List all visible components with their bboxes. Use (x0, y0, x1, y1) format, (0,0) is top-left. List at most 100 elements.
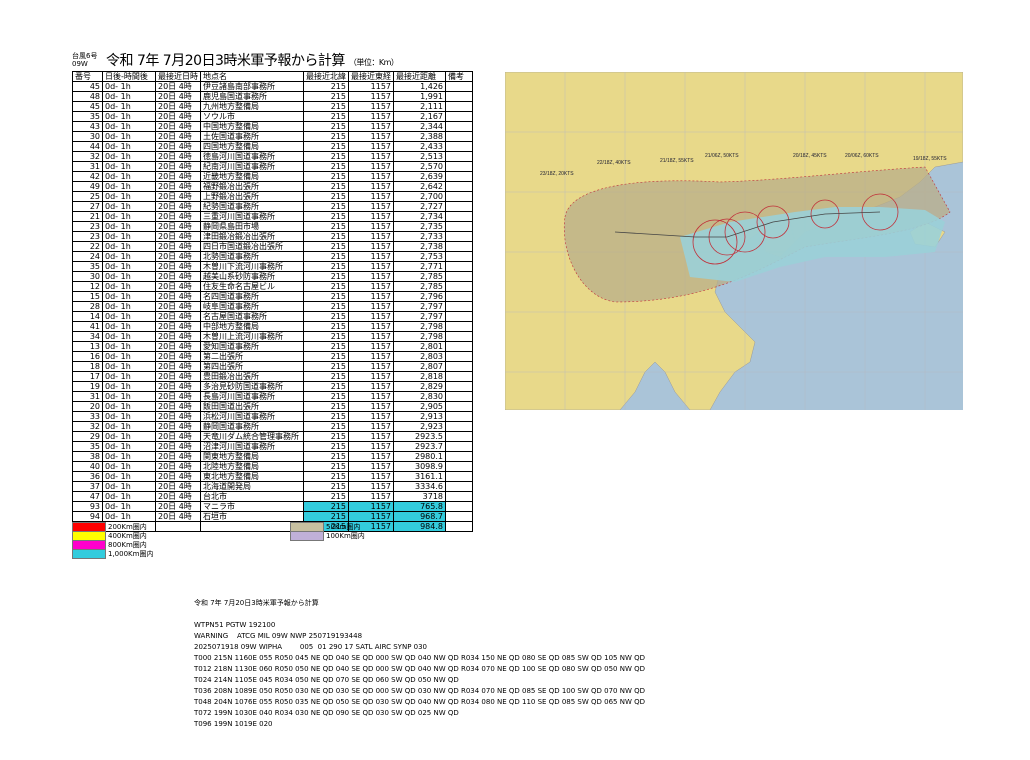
table-cell: 215 (303, 161, 349, 172)
table-cell: 20日 4時 (155, 211, 201, 222)
table-cell: 215 (303, 301, 349, 312)
table-cell: 1157 (348, 401, 394, 412)
table-cell: 215 (303, 461, 349, 472)
col-header: 備考 (445, 71, 473, 82)
table-cell: 1157 (348, 141, 394, 152)
table-row: 35 0d- 1h 20日 4時 木曽川下流河川事務所 215 1157 2,771 (72, 261, 473, 272)
table-cell (445, 461, 473, 472)
table-cell: 2923.5 (393, 431, 446, 442)
table-cell: 215 (303, 391, 349, 402)
table-cell: 0d- 1h (102, 451, 156, 462)
table-cell: 2,797 (393, 301, 446, 312)
table-cell: 20日 4時 (155, 131, 201, 142)
table-row: 42 0d- 1h 20日 4時 近畿地方整備局 215 1157 2,639 (72, 171, 473, 182)
table-cell: 四国地方整備局 (200, 141, 304, 152)
table-cell: 0d- 1h (102, 241, 156, 252)
table-cell (445, 171, 473, 182)
table-cell: 27 (72, 201, 103, 212)
table-cell: 215 (303, 451, 349, 462)
table-row: 30 0d- 1h 20日 4時 越美山系砂防事務所 215 1157 2,785 (72, 271, 473, 282)
table-cell: 32 (72, 151, 103, 162)
table-cell: 215 (303, 271, 349, 282)
table-row: 35 0d- 1h 20日 4時 沼津河川国道事務所 215 1157 2923.7 (72, 441, 473, 452)
table-cell: 93 (72, 501, 103, 512)
table-cell: 24 (72, 251, 103, 262)
table-cell: 215 (303, 211, 349, 222)
table-row: 94 0d- 1h 20日 4時 石垣市 215 1157 968.7 (72, 511, 473, 522)
table-cell: 0d- 1h (102, 471, 156, 482)
typhoon-label: 台風6号 09W (72, 52, 98, 68)
table-cell: 徳島河川国道事務所 (200, 151, 304, 162)
table-cell: 20日 4時 (155, 491, 201, 502)
table-cell (445, 251, 473, 262)
table-row: 47 0d- 1h 20日 4時 台北市 215 1157 3718 (72, 491, 473, 502)
table-cell: 20日 4時 (155, 181, 201, 192)
table-cell: 20日 4時 (155, 121, 201, 132)
table-cell: 静岡県島田市場 (200, 221, 304, 232)
table-cell: 215 (303, 281, 349, 292)
table-row: 37 0d- 1h 20日 4時 北海道開発局 215 1157 3334.6 (72, 481, 473, 492)
warning-text: 令和 7年 7月20日3時米軍予報から計算 WTPN51 PGTW 192100 W… (194, 598, 645, 730)
table-cell: 0d- 1h (102, 131, 156, 142)
table-cell: 2,700 (393, 191, 446, 202)
table-cell: 215 (303, 201, 349, 212)
table-cell: 215 (303, 121, 349, 132)
table-cell: 2,727 (393, 201, 446, 212)
table-cell: 0d- 1h (102, 111, 156, 122)
table-row: 15 0d- 1h 20日 4時 名四国道事務所 215 1157 2,796 (72, 291, 473, 302)
table-cell: 0d- 1h (102, 101, 156, 112)
table-cell: 1157 (348, 461, 394, 472)
table-cell: 1157 (348, 381, 394, 392)
table-cell: 2,771 (393, 261, 446, 272)
report-line: WARNING ATCG MIL 09W NWP 250719193448 (194, 632, 363, 640)
table-cell: 0d- 1h (102, 421, 156, 432)
table-cell: 0d- 1h (102, 301, 156, 312)
table-cell: 20日 4時 (155, 141, 201, 152)
table-cell: 紀南河川国道事務所 (200, 161, 304, 172)
table-cell (445, 291, 473, 302)
table-cell (445, 481, 473, 492)
table-cell (445, 501, 473, 512)
table-cell: 33 (72, 411, 103, 422)
distance-table: 番号 日後-時間後 最接近日時 地点名 最接近北緯 最接近東経 最接近距離 備考… (72, 71, 473, 532)
table-cell: 0d- 1h (102, 151, 156, 162)
col-header: 番号 (72, 71, 103, 82)
table-cell (445, 351, 473, 362)
table-cell: 48 (72, 91, 103, 102)
table-cell: 1157 (348, 281, 394, 292)
table-cell: 20日 4時 (155, 81, 201, 92)
table-cell: 215 (303, 321, 349, 332)
table-cell: 2,639 (393, 171, 446, 182)
table-cell: 215 (303, 151, 349, 162)
report-line: T024 214N 1105E 045 R034 050 NE QD 070 S… (194, 676, 459, 684)
table-cell (155, 521, 201, 532)
table-cell (445, 391, 473, 402)
table-cell: 豊田鍛冶出張所 (200, 371, 304, 382)
table-cell: 20日 4時 (155, 151, 201, 162)
col-header: 最接近距離 (393, 71, 446, 82)
table-cell: 2,801 (393, 341, 446, 352)
table-cell: 14 (72, 311, 103, 322)
table-cell: 2,905 (393, 401, 446, 412)
table-cell: 1157 (348, 391, 394, 402)
table-cell: 1157 (348, 481, 394, 492)
table-cell: 2,785 (393, 281, 446, 292)
report-line: WTPN51 PGTW 192100 (194, 621, 276, 629)
table-cell: 近畿地方整備局 (200, 171, 304, 182)
table-header-row: 番号 日後-時間後 最接近日時 地点名 最接近北緯 最接近東経 最接近距離 備考 (72, 71, 473, 82)
table-cell: 0d- 1h (102, 141, 156, 152)
table-cell: 2,913 (393, 411, 446, 422)
table-cell (445, 111, 473, 122)
table-cell: 20日 4時 (155, 321, 201, 332)
table-cell: 765.8 (393, 501, 446, 512)
table-cell: 20日 4時 (155, 221, 201, 232)
table-cell: 20日 4時 (155, 431, 201, 442)
table-row: 45 0d- 1h 20日 4時 九州地方整備局 215 1157 2,111 (72, 101, 473, 112)
table-cell: 0d- 1h (102, 401, 156, 412)
table-cell: 44 (72, 141, 103, 152)
table-cell: 94 (72, 511, 103, 522)
table-cell: 20日 4時 (155, 371, 201, 382)
table-cell (445, 401, 473, 412)
table-cell: 3098.9 (393, 461, 446, 472)
report-line: T012 218N 1130E 060 R050 050 NE QD 040 S… (194, 665, 645, 673)
